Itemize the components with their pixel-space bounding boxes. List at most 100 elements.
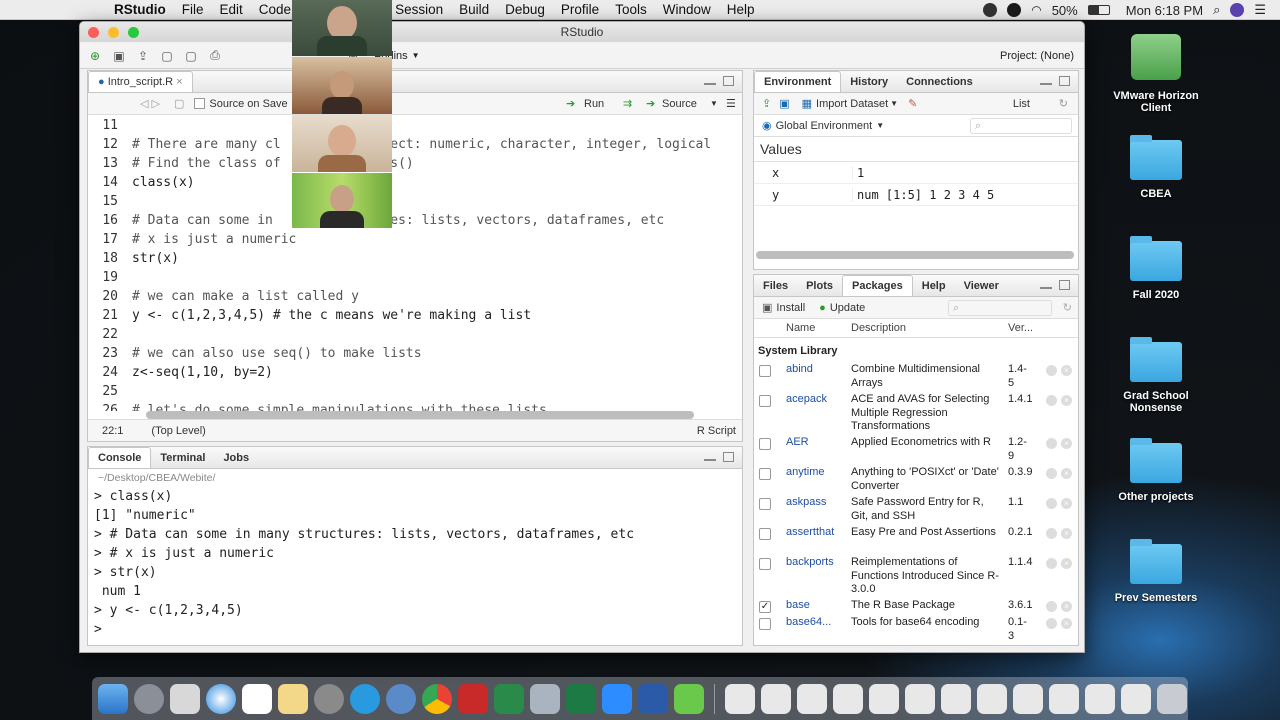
document-icon[interactable] bbox=[797, 683, 827, 714]
zoom-window-icon[interactable] bbox=[128, 27, 139, 38]
document-icon[interactable] bbox=[977, 683, 1007, 714]
col-name[interactable]: Name bbox=[786, 322, 815, 336]
battery-icon[interactable] bbox=[1087, 5, 1110, 15]
document-icon[interactable] bbox=[1085, 683, 1115, 714]
package-name[interactable]: askpass bbox=[786, 496, 846, 510]
menu-window[interactable]: Window bbox=[655, 2, 719, 17]
menu-session[interactable]: Session bbox=[387, 2, 451, 17]
package-load-checkbox[interactable] bbox=[759, 618, 771, 630]
new-project-icon[interactable]: ▣ bbox=[110, 47, 128, 65]
package-name[interactable]: AER bbox=[786, 436, 846, 450]
env-maximize-icon[interactable] bbox=[1059, 76, 1070, 86]
package-load-checkbox[interactable] bbox=[759, 438, 771, 450]
package-name[interactable]: base bbox=[786, 599, 846, 613]
photos-icon[interactable] bbox=[170, 683, 200, 714]
code-line[interactable]: 16 # Data can some in res: lists, vectors… bbox=[88, 211, 742, 230]
code-line[interactable]: 14 class(x) bbox=[88, 173, 742, 192]
code-line[interactable]: 26 # let's do some simple manipulations w… bbox=[88, 401, 742, 411]
excel-icon[interactable] bbox=[566, 683, 596, 714]
messages-icon[interactable] bbox=[350, 683, 380, 714]
preview-icon[interactable] bbox=[530, 683, 560, 714]
package-load-checkbox[interactable]: ✓ bbox=[759, 601, 771, 613]
tab-terminal[interactable]: Terminal bbox=[151, 448, 214, 468]
tab-history[interactable]: History bbox=[841, 72, 897, 92]
broom-icon[interactable]: ✎ bbox=[908, 97, 917, 110]
editor-scrollbar[interactable] bbox=[146, 411, 694, 419]
rstudio-dock-icon[interactable] bbox=[386, 683, 416, 714]
package-web-icon[interactable] bbox=[1046, 498, 1057, 509]
document-icon[interactable] bbox=[725, 683, 755, 714]
save-workspace-icon[interactable]: ▣ bbox=[779, 97, 789, 110]
tab-help[interactable]: Help bbox=[913, 276, 955, 296]
tab-packages[interactable]: Packages bbox=[841, 275, 913, 296]
document-icon[interactable] bbox=[761, 683, 791, 714]
package-remove-icon[interactable]: × bbox=[1061, 618, 1072, 629]
video-participant-1[interactable] bbox=[292, 0, 392, 56]
siri-icon[interactable] bbox=[1230, 3, 1245, 17]
code-line[interactable]: 19 bbox=[88, 268, 742, 287]
package-web-icon[interactable] bbox=[1046, 438, 1057, 449]
code-editor[interactable]: 11 12 # There are many cl ect: numeric, ch… bbox=[88, 116, 742, 411]
maximize-pane-icon[interactable] bbox=[723, 76, 734, 86]
trash-icon[interactable] bbox=[1157, 683, 1187, 714]
package-remove-icon[interactable]: × bbox=[1061, 438, 1072, 449]
pkg-maximize-icon[interactable] bbox=[1059, 280, 1070, 290]
tab-jobs[interactable]: Jobs bbox=[214, 448, 258, 468]
project-menu[interactable]: Project: (None) bbox=[1000, 50, 1074, 62]
package-remove-icon[interactable]: × bbox=[1061, 365, 1072, 376]
system-preferences-icon[interactable] bbox=[314, 683, 344, 714]
tab-files[interactable]: Files bbox=[754, 276, 797, 296]
document-icon[interactable] bbox=[1049, 683, 1079, 714]
file-type-selector[interactable]: R Script bbox=[697, 425, 736, 437]
document-icon[interactable] bbox=[1013, 683, 1043, 714]
run-icon[interactable]: ➔ bbox=[566, 97, 575, 110]
update-button[interactable]: Update bbox=[830, 302, 865, 314]
desktop-folder-fall-2020[interactable]: Fall 2020 bbox=[1101, 236, 1211, 301]
code-line[interactable]: 17 # x is just a numeric bbox=[88, 230, 742, 249]
package-row[interactable]: base64... Tools for base64 encoding 0.1-3 × bbox=[754, 616, 1078, 645]
col-version[interactable]: Ver... bbox=[1008, 322, 1033, 336]
save-icon[interactable]: ▢ bbox=[158, 47, 176, 65]
code-line[interactable]: 18 str(x) bbox=[88, 249, 742, 268]
list-view-selector[interactable]: List bbox=[1013, 98, 1030, 110]
vmware-dock-icon[interactable] bbox=[674, 683, 704, 714]
package-row[interactable]: ✓ base The R Base Package 3.6.1 × bbox=[754, 599, 1078, 616]
tab-connections[interactable]: Connections bbox=[897, 72, 982, 92]
package-row[interactable]: assertthat Easy Pre and Post Assertions 0.… bbox=[754, 526, 1078, 556]
tab-environment[interactable]: Environment bbox=[754, 71, 842, 92]
desktop-vmware-horizon[interactable]: VMware Horizon Client bbox=[1101, 34, 1211, 114]
menu-build[interactable]: Build bbox=[451, 2, 497, 17]
package-web-icon[interactable] bbox=[1046, 558, 1057, 569]
zoom-icon[interactable] bbox=[602, 683, 632, 714]
package-name[interactable]: acepack bbox=[786, 393, 846, 407]
calendar-icon[interactable] bbox=[242, 683, 272, 714]
code-line[interactable]: 13 # Find the class of s() bbox=[88, 154, 742, 173]
tab-console[interactable]: Console bbox=[88, 447, 152, 468]
launchpad-icon[interactable] bbox=[134, 683, 164, 714]
code-line[interactable]: 20 # we can make a list called y bbox=[88, 287, 742, 306]
package-row[interactable]: acepack ACE and AVAS for Selecting Multip… bbox=[754, 393, 1078, 436]
tab-viewer[interactable]: Viewer bbox=[955, 276, 1008, 296]
package-remove-icon[interactable]: × bbox=[1061, 468, 1072, 479]
import-dataset-button[interactable]: Import Dataset bbox=[816, 98, 888, 110]
package-remove-icon[interactable]: × bbox=[1061, 558, 1072, 569]
status-icon[interactable] bbox=[1007, 3, 1022, 17]
menu-file[interactable]: File bbox=[174, 2, 212, 17]
minimize-window-icon[interactable] bbox=[108, 27, 119, 38]
package-load-checkbox[interactable] bbox=[759, 558, 771, 570]
menu-help[interactable]: Help bbox=[719, 2, 763, 17]
install-button[interactable]: Install bbox=[776, 302, 805, 314]
pkg-minimize-icon[interactable] bbox=[1040, 283, 1052, 289]
package-load-checkbox[interactable] bbox=[759, 395, 771, 407]
package-name[interactable]: anytime bbox=[786, 466, 846, 480]
package-row[interactable]: askpass Safe Password Entry for R, Git, a… bbox=[754, 496, 1078, 526]
desktop-folder-cbea[interactable]: CBEA bbox=[1101, 135, 1211, 200]
package-web-icon[interactable] bbox=[1046, 601, 1057, 612]
close-tab-icon[interactable]: × bbox=[176, 76, 182, 88]
search-icon[interactable]: ⌕ bbox=[1213, 2, 1220, 18]
package-name[interactable]: backports bbox=[786, 556, 846, 570]
document-icon[interactable] bbox=[941, 683, 971, 714]
package-remove-icon[interactable]: × bbox=[1061, 395, 1072, 406]
menu-profile[interactable]: Profile bbox=[553, 2, 607, 17]
outline-icon[interactable]: ☰ bbox=[726, 97, 736, 110]
